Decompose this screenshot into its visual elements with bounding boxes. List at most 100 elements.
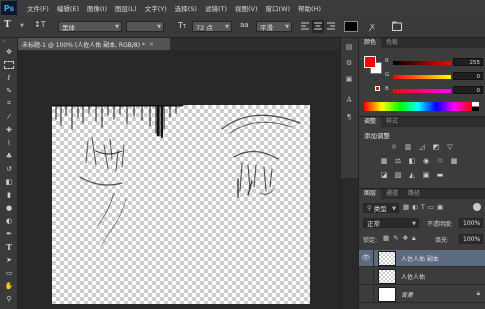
tab-color[interactable]: 颜色 bbox=[359, 38, 382, 48]
tab-channels[interactable]: 通道 bbox=[381, 189, 403, 199]
hue-saturation-icon[interactable]: ▦ bbox=[379, 156, 389, 165]
layer-filter-select[interactable]: ⚲ 类型 ▼ bbox=[363, 203, 399, 213]
menu-window[interactable]: 窗口(W) bbox=[262, 3, 295, 13]
lock-all-icon[interactable]: 🔒︎ bbox=[412, 234, 415, 243]
layer-row-selected[interactable]: 👁︎ 人佐人佑 副本 bbox=[359, 249, 485, 267]
eye-icon[interactable] bbox=[359, 285, 374, 303]
gamut-warning-icon[interactable] bbox=[375, 86, 380, 91]
gradient-tool-icon[interactable]: ▮ bbox=[3, 189, 15, 200]
warp-text-icon[interactable]: ꭗ bbox=[370, 19, 375, 32]
b-slider[interactable] bbox=[393, 89, 451, 93]
adjustment-filter-icon[interactable]: ◐ bbox=[412, 203, 418, 211]
menu-help[interactable]: 帮助(H) bbox=[294, 3, 325, 13]
zoom-tool-icon[interactable]: ⚲ bbox=[3, 293, 15, 304]
foreground-color-swatch[interactable] bbox=[364, 56, 376, 68]
levels-icon[interactable]: ▥ bbox=[403, 142, 413, 151]
brush-tool-icon[interactable]: ⌇ bbox=[3, 137, 15, 148]
document-tab[interactable]: 未标题-1 @ 100% (人佐人佑 副本, RGB/8) * × bbox=[18, 38, 170, 50]
blur-tool-icon[interactable]: ● bbox=[3, 202, 15, 213]
filter-toggle-icon[interactable] bbox=[473, 203, 481, 211]
vibrance-icon[interactable]: ▽ bbox=[445, 142, 455, 151]
color-balance-icon[interactable]: ⚖ bbox=[393, 156, 403, 165]
posterize-icon[interactable]: ▧ bbox=[393, 170, 403, 179]
layer-row[interactable]: 人佐人佑 bbox=[359, 267, 485, 285]
fill-input[interactable]: 100% bbox=[459, 234, 483, 244]
smart-object-filter-icon[interactable]: ▣ bbox=[437, 203, 443, 211]
shape-filter-icon[interactable]: ▭ bbox=[428, 203, 434, 211]
type-tool-icon[interactable]: T bbox=[3, 241, 15, 252]
photo-filter-icon[interactable]: ◉ bbox=[421, 156, 431, 165]
curves-icon[interactable]: ◿ bbox=[417, 142, 427, 151]
menu-edit[interactable]: 编辑(E) bbox=[53, 3, 83, 13]
eye-icon[interactable]: 👁︎ bbox=[359, 249, 374, 267]
dodge-tool-icon[interactable]: ◐ bbox=[3, 215, 15, 226]
type-filter-icon[interactable]: T bbox=[421, 203, 425, 211]
b-value-input[interactable]: 0 bbox=[453, 86, 483, 94]
layer-row-background[interactable]: 背景 🔒︎ bbox=[359, 285, 485, 303]
history-brush-tool-icon[interactable]: ↺ bbox=[3, 163, 15, 174]
healing-brush-tool-icon[interactable]: ✚ bbox=[3, 124, 15, 135]
black-white-icon[interactable]: ◧ bbox=[407, 156, 417, 165]
document-canvas[interactable] bbox=[52, 105, 310, 304]
menu-filter[interactable]: 滤镜(T) bbox=[201, 3, 231, 13]
gradient-map-icon[interactable]: ▬ bbox=[435, 170, 445, 179]
align-left-icon[interactable] bbox=[300, 21, 310, 32]
shape-tool-icon[interactable]: ▭ bbox=[3, 267, 15, 278]
opacity-input[interactable]: 100% bbox=[459, 218, 483, 228]
color-spectrum-bar[interactable] bbox=[364, 102, 472, 111]
info-panel-icon[interactable]: ▣ bbox=[343, 74, 355, 84]
lock-pixels-icon[interactable]: ✎ bbox=[393, 234, 398, 243]
text-orientation-icon[interactable]: ↕T bbox=[34, 20, 48, 33]
menu-file[interactable]: 文件(F) bbox=[23, 3, 53, 13]
menu-type[interactable]: 文字(Y) bbox=[141, 3, 171, 13]
align-right-icon[interactable] bbox=[326, 21, 336, 32]
properties-panel-icon[interactable]: ⚙ bbox=[343, 58, 355, 68]
crop-tool-icon[interactable]: ⌗ bbox=[3, 98, 15, 109]
exposure-icon[interactable]: ◩ bbox=[431, 142, 441, 151]
r-value-input[interactable]: 255 bbox=[453, 58, 483, 66]
brightness-icon[interactable]: ☼ bbox=[389, 142, 399, 151]
quick-select-tool-icon[interactable]: ✎ bbox=[3, 85, 15, 96]
tab-styles[interactable]: 样式 bbox=[381, 117, 403, 127]
collapse-arrows-icon[interactable]: » bbox=[2, 39, 5, 45]
font-family-select[interactable]: 黑体 ▼ bbox=[58, 21, 122, 32]
antialias-select[interactable]: 平滑 ▼ bbox=[256, 21, 292, 32]
lock-transparent-icon[interactable]: ▦ bbox=[383, 234, 389, 243]
lock-position-icon[interactable]: ✥ bbox=[403, 234, 408, 243]
font-size-input[interactable]: 72 点 ▼ bbox=[192, 21, 232, 32]
align-center-icon[interactable] bbox=[312, 20, 324, 33]
type-tool-icon[interactable]: T bbox=[4, 20, 18, 33]
paragraph-panel-icon[interactable]: ¶ bbox=[343, 112, 355, 122]
menu-view[interactable]: 视图(V) bbox=[231, 3, 262, 13]
lasso-tool-icon[interactable]: ℓ bbox=[3, 72, 15, 83]
r-slider[interactable] bbox=[393, 61, 451, 65]
selective-color-icon[interactable]: ▣ bbox=[421, 170, 431, 179]
history-panel-icon[interactable]: ▤ bbox=[343, 42, 355, 52]
path-selection-tool-icon[interactable]: ➤ bbox=[3, 254, 15, 265]
menu-image[interactable]: 图像(I) bbox=[83, 3, 111, 13]
g-value-input[interactable]: 0 bbox=[453, 72, 483, 80]
pixel-filter-icon[interactable]: ▦ bbox=[403, 203, 409, 211]
threshold-icon[interactable]: ◭ bbox=[407, 170, 417, 179]
move-tool-icon[interactable]: ✥ bbox=[3, 46, 15, 57]
menu-layer[interactable]: 图层(L) bbox=[111, 3, 141, 13]
clone-stamp-tool-icon[interactable]: ♣ bbox=[3, 150, 15, 161]
hand-tool-icon[interactable]: ✋ bbox=[3, 280, 15, 291]
tab-swatches[interactable]: 色板 bbox=[381, 38, 403, 48]
tab-layers[interactable]: 图层 bbox=[359, 189, 382, 199]
text-color-swatch[interactable] bbox=[344, 21, 358, 32]
menu-select[interactable]: 选择(S) bbox=[171, 3, 201, 13]
g-slider[interactable] bbox=[393, 75, 451, 79]
eraser-tool-icon[interactable]: ◧ bbox=[3, 176, 15, 187]
invert-icon[interactable]: ◪ bbox=[379, 170, 389, 179]
channel-mixer-icon[interactable]: ♲ bbox=[435, 156, 445, 165]
black-white-ramp[interactable] bbox=[472, 102, 479, 111]
pen-tool-icon[interactable]: ✒ bbox=[3, 228, 15, 239]
character-panel-icon[interactable] bbox=[392, 21, 402, 31]
close-icon[interactable]: × bbox=[149, 41, 154, 48]
character-panel-icon[interactable]: A bbox=[343, 95, 355, 105]
eye-icon[interactable] bbox=[359, 267, 374, 285]
chevron-down-icon[interactable]: ▼ bbox=[20, 23, 24, 29]
blend-mode-select[interactable]: 正常 ▼ bbox=[363, 218, 419, 228]
marquee-tool-icon[interactable] bbox=[3, 59, 15, 70]
